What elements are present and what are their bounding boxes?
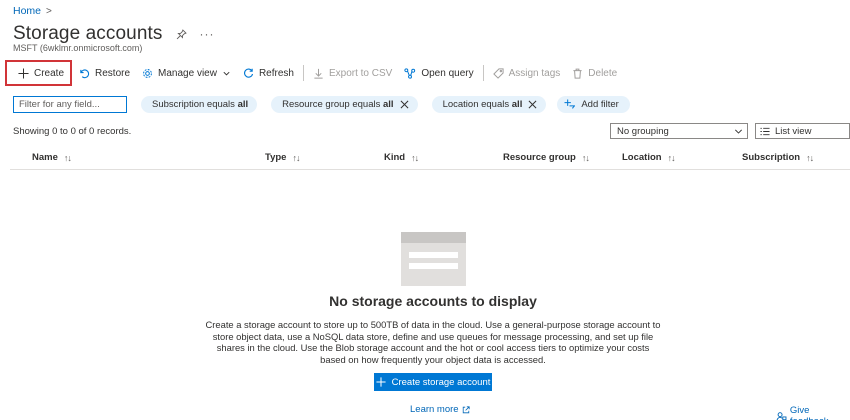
empty-state-title: No storage accounts to display — [329, 293, 537, 309]
empty-state-illustration — [401, 232, 466, 286]
column-header-label: Type — [265, 152, 287, 163]
column-header-label: Resource group — [503, 152, 576, 163]
sort-icon: ↑↓ — [581, 152, 590, 163]
grouping-value: No grouping — [617, 125, 669, 137]
plus-icon — [376, 377, 386, 387]
toolbar-divider — [482, 65, 484, 81]
column-header-label: Name — [32, 152, 58, 163]
filter-input[interactable] — [13, 95, 127, 113]
export-csv-button[interactable]: Export to CSV — [307, 60, 398, 86]
learn-more-link[interactable]: Learn more — [410, 404, 470, 415]
location-filter-pill[interactable]: Location equals all — [431, 95, 547, 113]
breadcrumb: Home > — [13, 4, 52, 18]
export-csv-label: Export to CSV — [328, 67, 393, 79]
chevron-down-icon — [223, 71, 230, 75]
chevron-down-icon — [735, 129, 742, 134]
column-header-resource-group[interactable]: Resource group ↑↓ — [503, 152, 590, 163]
column-header-kind[interactable]: Kind ↑↓ — [384, 152, 419, 163]
delete-label: Delete — [588, 67, 618, 79]
sort-icon: ↑↓ — [806, 152, 814, 163]
add-filter-label: Add filter — [581, 98, 619, 110]
location-filter-text: Location equals all — [442, 98, 523, 110]
breadcrumb-separator: > — [46, 5, 52, 17]
refresh-button[interactable]: Refresh — [237, 60, 300, 86]
page-title: Storage accounts — [13, 23, 163, 44]
column-header-label: Location — [622, 152, 662, 163]
illustration-row — [409, 252, 458, 258]
create-storage-account-label: Create storage account — [391, 376, 491, 388]
sort-icon: ↑↓ — [411, 152, 419, 163]
assign-tags-label: Assign tags — [508, 67, 561, 79]
column-header-label: Kind — [384, 152, 406, 163]
sort-icon: ↑↓ — [667, 152, 676, 163]
feedback-icon — [776, 411, 787, 420]
empty-state-description: Create a storage account to store up to … — [205, 319, 661, 365]
learn-more-label: Learn more — [410, 404, 459, 415]
create-button[interactable]: Create — [5, 60, 73, 86]
illustration-row — [409, 263, 458, 269]
sort-icon: ↑↓ — [63, 152, 72, 163]
close-icon[interactable] — [528, 100, 537, 109]
breadcrumb-home-link[interactable]: Home — [13, 5, 41, 17]
add-filter-button[interactable]: Add filter — [557, 95, 630, 113]
manage-view-button[interactable]: Manage view — [136, 60, 237, 86]
give-feedback-label: Give feedback — [789, 405, 829, 420]
sort-icon: ↑↓ — [292, 152, 300, 163]
assign-tags-button[interactable]: Assign tags — [487, 60, 567, 86]
create-label: Create — [34, 67, 65, 79]
column-header-label: Subscription — [742, 152, 801, 163]
filter-bar: Subscription equals all Resource group e… — [13, 95, 630, 113]
illustration-header-bar — [401, 232, 466, 243]
record-count: Showing 0 to 0 of 0 records. — [13, 126, 132, 137]
restore-icon — [80, 68, 90, 78]
add-filter-icon — [564, 99, 576, 109]
external-link-icon — [462, 405, 470, 413]
column-header-type[interactable]: Type ↑↓ — [265, 152, 300, 163]
download-icon — [314, 68, 323, 79]
close-icon[interactable] — [400, 100, 409, 109]
create-storage-account-button[interactable]: Create storage account — [374, 373, 492, 391]
list-icon — [760, 127, 770, 135]
refresh-icon — [244, 68, 254, 78]
plus-icon — [18, 67, 29, 79]
gear-icon — [143, 68, 152, 78]
give-feedback-link[interactable]: Give feedback — [776, 405, 850, 420]
column-header-location[interactable]: Location ↑↓ — [622, 152, 676, 163]
column-header-subscription[interactable]: Subscription ↑↓ — [742, 152, 814, 163]
trash-icon — [573, 68, 582, 79]
grouping-dropdown[interactable]: No grouping — [610, 123, 748, 139]
restore-label: Restore — [95, 67, 131, 79]
resource-group-filter-text: Resource group equals all — [282, 98, 394, 110]
page-subtitle: MSFT (6wklmr.onmicrosoft.com) — [13, 43, 143, 53]
tag-icon — [492, 67, 504, 79]
delete-button[interactable]: Delete — [566, 60, 623, 86]
subscription-filter-text: Subscription equals all — [152, 98, 249, 110]
more-options-icon[interactable]: ··· — [199, 27, 214, 41]
open-query-label: Open query — [421, 67, 474, 79]
pin-icon[interactable] — [176, 28, 188, 40]
view-mode-dropdown[interactable]: List view — [755, 123, 850, 139]
toolbar-divider — [302, 65, 304, 81]
grid-header: Name ↑↓ Type ↑↓ Kind ↑↓ Resource group ↑… — [10, 150, 850, 170]
command-bar: Create Restore Manage view Refresh Expor… — [5, 60, 623, 86]
resource-group-filter-pill[interactable]: Resource group equals all — [271, 95, 418, 113]
refresh-label: Refresh — [258, 67, 294, 79]
open-query-button[interactable]: Open query — [398, 60, 479, 86]
view-mode-value: List view — [775, 125, 812, 137]
manage-view-label: Manage view — [158, 67, 217, 79]
column-header-name[interactable]: Name ↑↓ — [32, 152, 72, 163]
query-icon — [404, 67, 416, 79]
subscription-filter-pill[interactable]: Subscription equals all — [141, 95, 258, 113]
restore-button[interactable]: Restore — [73, 60, 136, 86]
